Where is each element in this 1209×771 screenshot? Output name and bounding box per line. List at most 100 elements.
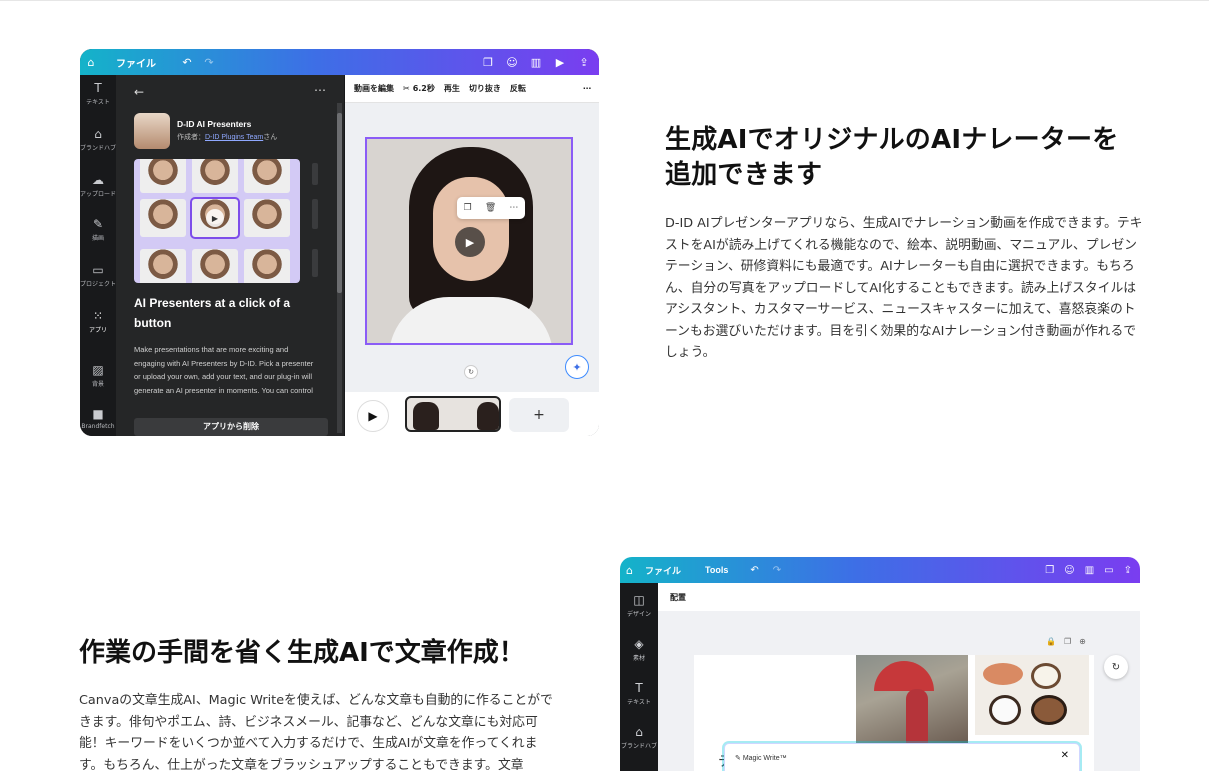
briefcase-icon: ⌂: [94, 127, 102, 141]
grid-carousel-arrows[interactable]: [312, 163, 318, 281]
more-icon[interactable]: ⋯: [583, 84, 591, 93]
rail-text[interactable]: T テキスト: [620, 681, 658, 706]
dish: [1031, 663, 1061, 689]
magic-sparkle-icon[interactable]: ✦: [565, 355, 589, 379]
trim-duration[interactable]: ✂ 6.2秒: [403, 83, 435, 94]
crop-button[interactable]: 切り抜き: [469, 83, 501, 94]
duration-label: 6.2秒: [412, 84, 435, 93]
panel-scrollbar[interactable]: [337, 103, 342, 433]
rail-text[interactable]: T テキスト: [80, 81, 116, 106]
apps-grid-icon: ⁙: [92, 309, 104, 323]
close-icon[interactable]: ✕: [1061, 750, 1069, 761]
back-arrow-icon[interactable]: ←: [134, 85, 144, 99]
rail-label: ブランドハブ: [80, 145, 117, 152]
presenter-thumb[interactable]: [140, 199, 186, 237]
text-icon: T: [94, 81, 102, 95]
app-author: 作成者：D-ID Plugins Teamさん: [177, 132, 277, 142]
page: ⌂ ファイル ↶ ↷ ❐ ☺ ▥ ▶ ⇪ T テキスト ⌂ ブランドハブ ☁ アップロ…: [0, 0, 1209, 771]
add-page-button[interactable]: +: [509, 398, 569, 432]
collab-icon[interactable]: ☺: [503, 53, 521, 71]
rail-brand-hub[interactable]: ⌂ ブランドハブ: [80, 127, 116, 152]
magic-write-label: ✎ Magic Write™: [735, 754, 787, 762]
section1-body: D-ID AIプレゼンターアプリなら、生成AIでナレーション動画を作成できます。…: [665, 216, 1143, 360]
copy-icon[interactable]: ❐: [1045, 565, 1054, 576]
rail-label: テキスト: [627, 699, 651, 706]
rail-label: デザイン: [626, 611, 651, 618]
duplicate-icon[interactable]: ❐: [464, 203, 472, 213]
copy-icon[interactable]: ❐: [479, 53, 497, 71]
lock-icon[interactable]: 🔒: [1046, 637, 1056, 646]
refresh-icon[interactable]: ↻: [1104, 655, 1128, 679]
undo-icon[interactable]: ↶: [750, 565, 758, 576]
food-photo[interactable]: [975, 655, 1089, 735]
insights-icon[interactable]: ▥: [527, 53, 545, 71]
kimono-photo[interactable]: [856, 655, 968, 743]
redo-icon[interactable]: ↷: [773, 565, 781, 576]
rail-brandfetch[interactable]: ■ Brandfetch: [80, 407, 116, 430]
timeline-play-icon[interactable]: ▶: [357, 400, 389, 432]
present-play-icon[interactable]: ▶: [551, 53, 569, 71]
presenter-thumb[interactable]: [244, 249, 290, 283]
undo-icon[interactable]: ↶: [178, 53, 196, 71]
flip-button[interactable]: 反転: [510, 83, 526, 94]
tools-menu[interactable]: Tools: [705, 565, 728, 575]
author-prefix: 作成者：: [177, 134, 205, 141]
section2-body: Canvaの文章生成AI、Magic Writeを使えば、どんな文章も自動的に作…: [79, 693, 553, 771]
panel-title: AI Presenters at a click of a button: [134, 296, 291, 330]
share-icon[interactable]: ⇪: [1124, 565, 1132, 576]
more-icon[interactable]: ⋯: [509, 203, 518, 213]
pen-icon: ✎: [92, 217, 104, 231]
dish: [1031, 695, 1067, 725]
presenter-thumb[interactable]: [140, 249, 186, 283]
author-suffix: さん: [263, 134, 278, 141]
section1-heading: 生成AIでオリジナルのAIナレーターを 追加できます: [665, 123, 1135, 193]
file-menu[interactable]: ファイル: [116, 55, 156, 70]
presenter-thumb[interactable]: [140, 159, 186, 193]
rotate-icon[interactable]: ↻: [464, 365, 478, 379]
present-icon[interactable]: ▭: [1104, 565, 1113, 576]
arrange-button[interactable]: 配置: [670, 592, 686, 603]
rail-label: Brandfetch: [81, 423, 115, 430]
insights-icon[interactable]: ▥: [1085, 565, 1094, 576]
presenter-thumb[interactable]: [244, 159, 290, 193]
layout-icon: ◫: [633, 593, 645, 607]
scroll-thumb[interactable]: [337, 113, 342, 293]
selected-video-frame[interactable]: ❐ 🗑 ⋯ ▶: [365, 137, 573, 345]
home-icon[interactable]: ⌂: [82, 53, 100, 71]
rail-uploads[interactable]: ☁ アップロード: [80, 173, 116, 198]
presenter-thumb[interactable]: [244, 199, 290, 237]
rail-projects[interactable]: ▭ プロジェクト: [80, 263, 116, 288]
trash-icon[interactable]: 🗑: [485, 203, 496, 213]
video-play-icon[interactable]: ▶: [455, 227, 485, 257]
playback-button[interactable]: 再生: [444, 83, 460, 94]
rail-brand-hub[interactable]: ⌂ ブランドハブ: [620, 725, 658, 750]
remove-app-button[interactable]: アプリから削除: [134, 418, 328, 436]
editor-topbar: ⌂ ファイル Tools ↶ ↷ ❐ ☺ ▥ ▭ ⇪: [620, 557, 1140, 583]
rail-design[interactable]: ◫ デザイン: [620, 593, 658, 618]
play-icon[interactable]: ▶: [206, 209, 224, 227]
rail-elements[interactable]: ◈ 素材: [620, 637, 658, 662]
kimono-shape: [906, 689, 928, 743]
rail-draw[interactable]: ✎ 描画: [80, 217, 116, 242]
more-icon[interactable]: ⋯: [314, 83, 326, 97]
rail-background[interactable]: ▨ 背景: [80, 363, 116, 388]
presenter-grid: ▶: [134, 159, 300, 283]
home-icon[interactable]: ⌂: [626, 564, 633, 577]
presenter-thumb[interactable]: [192, 249, 238, 283]
add-page-icon[interactable]: ⊕: [1079, 637, 1086, 646]
canvas-toolbar: 動画を編集 ✂ 6.2秒 再生 切り抜き 反転 ⋯: [345, 75, 599, 103]
presenter-thumb[interactable]: [192, 159, 238, 193]
side-rail: T テキスト ⌂ ブランドハブ ☁ アップロード ✎ 描画 ▭ プロジェクト ⁙ アプリ ▨…: [80, 75, 116, 436]
author-link[interactable]: D-ID Plugins Team: [205, 134, 263, 141]
file-menu[interactable]: ファイル: [645, 564, 681, 577]
context-toolbar: 配置: [658, 583, 1140, 611]
sparkle-icon: ✎: [735, 755, 743, 762]
redo-icon[interactable]: ↷: [200, 53, 218, 71]
magic-write-box[interactable]: ✎ Magic Write™ ✕: [724, 743, 1080, 771]
edit-video-button[interactable]: 動画を編集: [354, 83, 394, 94]
rail-apps[interactable]: ⁙ アプリ: [80, 309, 116, 334]
timeline-clip[interactable]: [405, 396, 501, 432]
duplicate-page-icon[interactable]: ❐: [1064, 637, 1071, 646]
collab-icon[interactable]: ☺: [1064, 565, 1074, 576]
share-icon[interactable]: ⇪: [575, 53, 593, 71]
